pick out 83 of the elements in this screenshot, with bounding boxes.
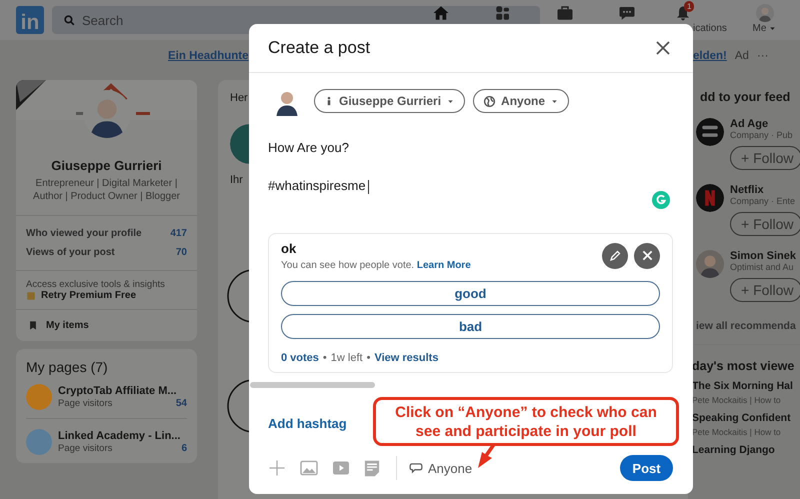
post-button[interactable]: Post: [620, 455, 673, 481]
bell-icon[interactable]: 1: [675, 4, 691, 22]
company-logo[interactable]: [696, 118, 724, 146]
feed-header: Her: [230, 92, 248, 104]
add-button[interactable]: [268, 459, 286, 477]
separator: •: [366, 352, 370, 364]
follow-button[interactable]: + Follow: [730, 278, 800, 302]
page-stat-value: 54: [176, 398, 187, 410]
pencil-icon: [609, 250, 621, 262]
poll-time-left: 1w left: [330, 352, 363, 364]
ad-link[interactable]: elden!: [693, 50, 727, 62]
poll-note: You can see how people vote. Learn More: [281, 260, 471, 271]
view-all-link[interactable]: iew all recommenda: [696, 320, 800, 332]
feed-text: Ihr: [230, 174, 243, 186]
poll-option[interactable]: bad: [281, 314, 660, 339]
visibility-dropdown[interactable]: Anyone: [473, 89, 570, 113]
panel-title: day's most viewe: [692, 359, 796, 373]
ad-label: Ad: [734, 50, 749, 62]
search-icon: [63, 14, 76, 27]
poll-option[interactable]: good: [281, 280, 660, 306]
page-name[interactable]: Linked Academy - Lin...: [58, 430, 187, 442]
speech-bubble-icon: [409, 461, 423, 475]
page-stat-value: 6: [181, 443, 187, 454]
bookmark-icon: [28, 320, 38, 331]
course-title[interactable]: Speaking Confident: [692, 412, 800, 424]
company-logo[interactable]: [696, 184, 724, 212]
add-hashtag-link[interactable]: Add hashtag: [268, 416, 347, 431]
scrollbar[interactable]: [250, 382, 375, 388]
learn-more-link[interactable]: Learn More: [416, 260, 471, 271]
close-icon: [655, 40, 671, 56]
course-title[interactable]: Learning Django: [692, 444, 800, 456]
my-items-link[interactable]: My items: [46, 320, 89, 331]
remove-button[interactable]: [634, 242, 660, 269]
follow-button[interactable]: + Follow: [730, 146, 800, 170]
close-icon: [642, 250, 652, 262]
logo[interactable]: in: [16, 6, 44, 34]
more-button[interactable]: ···: [756, 50, 768, 62]
premium-text: Access exclusive tools & insights: [26, 279, 166, 290]
suggestion-subtitle: Company · Ente: [730, 196, 796, 206]
comment-setting-button[interactable]: Anyone: [409, 460, 472, 476]
page-stat-label: Page visitors: [58, 443, 114, 454]
image-icon[interactable]: [300, 460, 318, 476]
post-text[interactable]: #whatinspiresme: [268, 178, 366, 193]
suggestion-name[interactable]: Netflix: [730, 184, 800, 196]
suggestion-subtitle: Company · Pub: [730, 130, 794, 140]
profile-stat[interactable]: Who viewed your profile 417: [26, 224, 187, 243]
edit-button[interactable]: [602, 242, 628, 269]
globe-icon: [483, 94, 496, 108]
text-cursor: [368, 180, 369, 194]
home-icon[interactable]: [432, 4, 450, 22]
grammar-check-icon: [652, 190, 670, 209]
profile-headline: Entrepreneur | Digital Marketer | Author | Product Owner | Blogger: [32, 177, 181, 204]
poll-question: ok: [281, 240, 298, 256]
panel-title: dd to your feed: [700, 90, 792, 104]
chat-icon[interactable]: [618, 4, 636, 22]
suggestion-name[interactable]: Ad Age: [730, 118, 800, 130]
notification-badge: 1: [684, 1, 694, 12]
poll-link[interactable]: View results: [374, 352, 438, 364]
page-stat-label: Page visitors: [58, 398, 114, 410]
company-logo[interactable]: [696, 250, 724, 278]
video-icon[interactable]: [332, 460, 350, 476]
page-name[interactable]: CryptoTab Affiliate M...: [58, 384, 187, 397]
follow-button[interactable]: + Follow: [730, 212, 800, 236]
nav-label[interactable]: Me: [752, 23, 766, 34]
nav-label[interactable]: ications: [693, 23, 727, 34]
card-title: My pages (7): [26, 359, 109, 375]
annotation-callout: Click on “Anyone” to check who can see and participate in your poll: [373, 397, 679, 446]
course-title[interactable]: The Six Morning Hal: [692, 380, 800, 392]
profile-stat[interactable]: Views of your post 70: [26, 243, 187, 262]
profile-name[interactable]: Giuseppe Gurrieri: [51, 158, 162, 173]
document-icon[interactable]: [364, 460, 380, 476]
author-dropdown[interactable]: Giuseppe Gurrieri: [314, 89, 466, 113]
post-text[interactable]: How Are you?: [268, 140, 349, 155]
avatar[interactable]: [756, 4, 774, 22]
dialog-title: Create a post: [268, 38, 370, 58]
poll-link[interactable]: 0 votes: [281, 352, 319, 364]
suggestion-name[interactable]: Simon Sinek: [730, 250, 800, 262]
briefcase-icon[interactable]: [556, 4, 574, 22]
suggestion-subtitle: Optimist and Au: [730, 262, 795, 272]
separator: •: [322, 352, 327, 364]
premium-link[interactable]: Retry Premium Free: [41, 290, 136, 301]
people-icon[interactable]: [494, 4, 512, 22]
premium-icon: [26, 290, 36, 300]
